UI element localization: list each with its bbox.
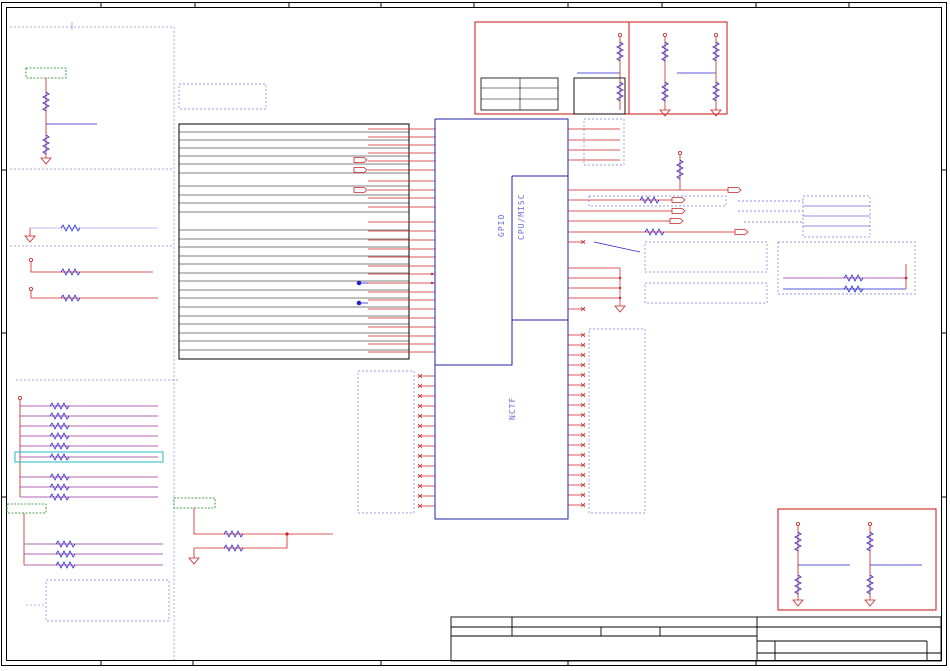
junction-dot bbox=[356, 300, 362, 306]
junction-dot bbox=[356, 280, 362, 286]
bottom-left-network bbox=[6, 503, 170, 622]
bottom-mid-network bbox=[173, 497, 333, 565]
right-bus-box bbox=[738, 195, 871, 238]
ground-symbol bbox=[864, 599, 876, 607]
power-symbol bbox=[28, 257, 33, 263]
top-left-pulldown bbox=[25, 67, 97, 165]
left-strap-resistors bbox=[24, 224, 158, 302]
ground-symbol bbox=[24, 235, 36, 243]
nctf-label: NCTF bbox=[508, 397, 517, 420]
ground-symbol bbox=[710, 109, 722, 117]
cpu-misc-label: CPU/MISC bbox=[517, 193, 526, 240]
ground-symbol bbox=[659, 109, 671, 117]
top-config-block bbox=[474, 21, 728, 117]
left-resistor-array bbox=[14, 395, 164, 501]
chip-right-pins bbox=[568, 128, 735, 310]
right-pullup-pair bbox=[783, 264, 908, 293]
power-symbol bbox=[17, 395, 23, 401]
ground-symbol bbox=[614, 305, 626, 313]
main-chip: GPIO CPU/MISC NCTF bbox=[434, 118, 569, 520]
signal-table bbox=[178, 123, 410, 360]
bottom-right-divider-block bbox=[777, 508, 937, 611]
ground-symbol bbox=[188, 557, 200, 565]
schematic-sheet: GPIO CPU/MISC NCTF bbox=[1, 2, 947, 666]
ground-symbol bbox=[792, 599, 804, 607]
chip-left-pins bbox=[368, 128, 435, 353]
ground-symbol bbox=[40, 157, 52, 165]
gpio-label: GPIO bbox=[497, 214, 506, 237]
title-block bbox=[450, 616, 942, 662]
power-symbol bbox=[28, 286, 33, 292]
net-label-box bbox=[25, 67, 67, 79]
annotation-box bbox=[178, 83, 267, 110]
note-box bbox=[45, 579, 170, 622]
left-section-borders bbox=[10, 22, 180, 660]
